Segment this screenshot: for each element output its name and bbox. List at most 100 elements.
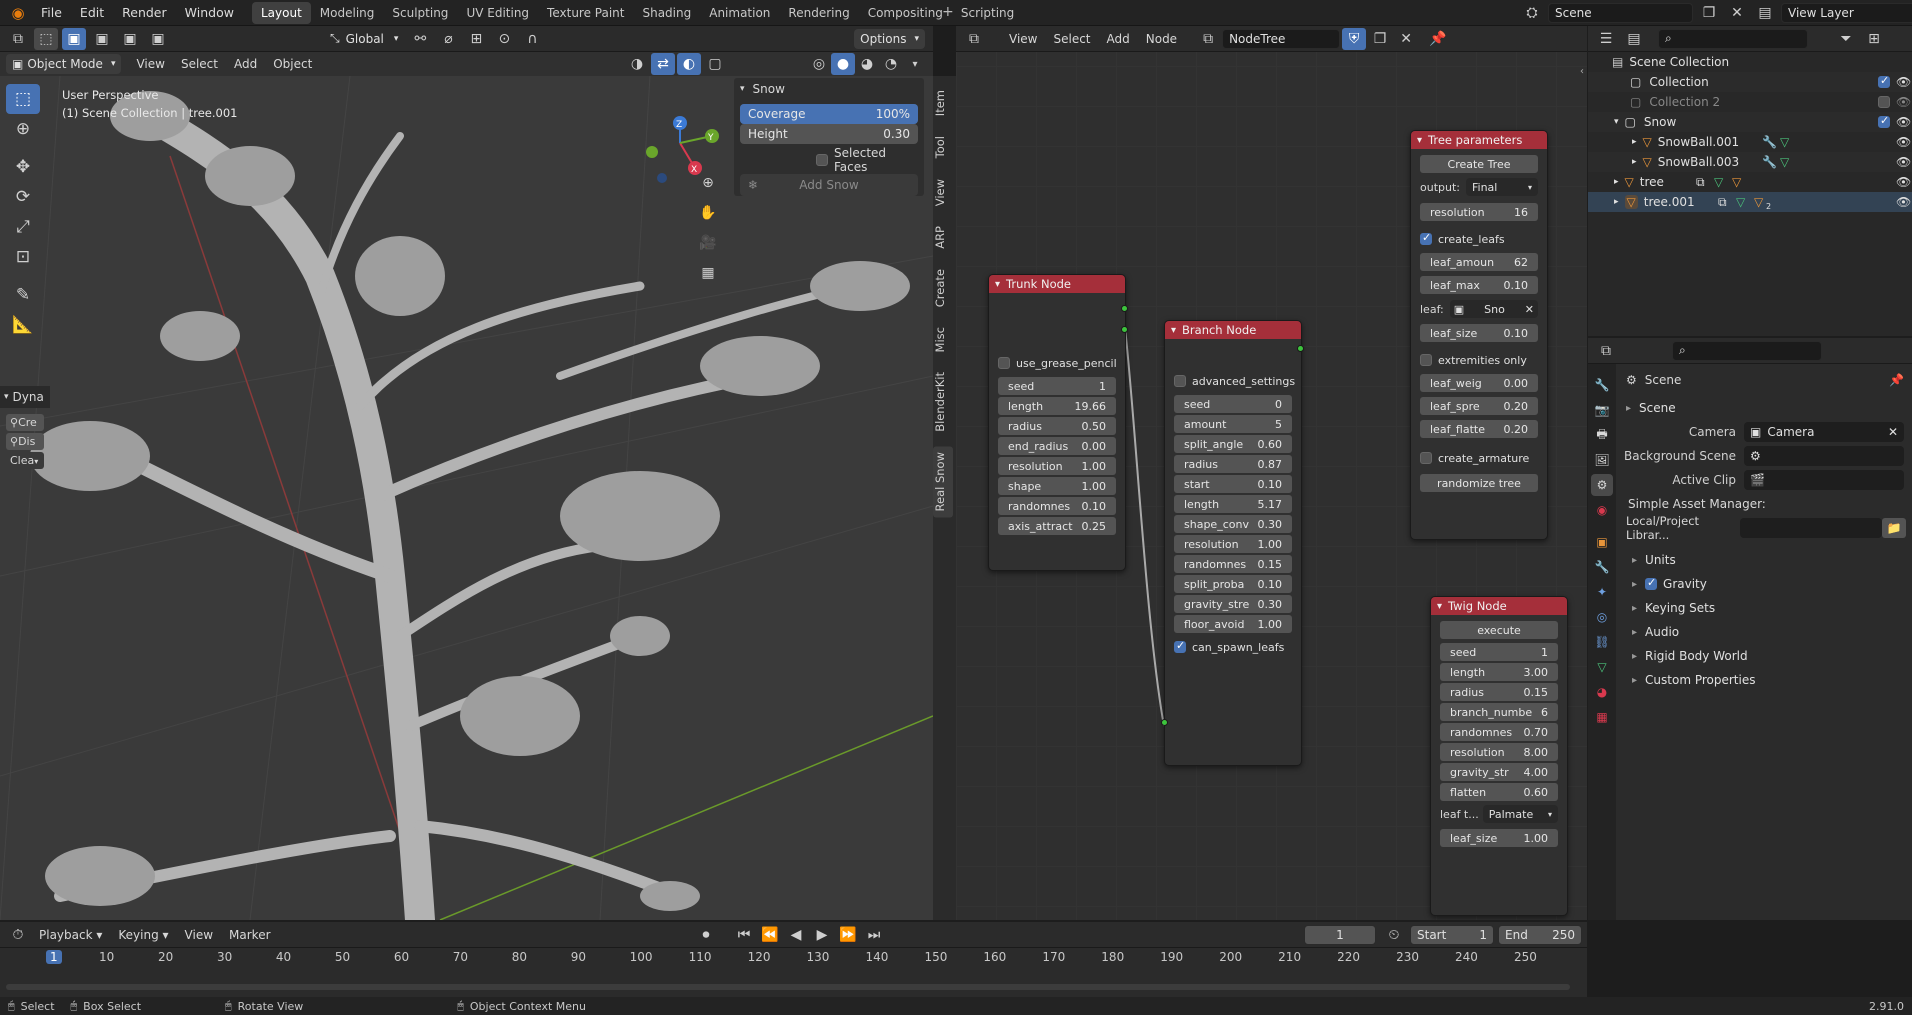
eye-icon[interactable]: 👁: [1896, 155, 1911, 169]
workspace-tab-modeling[interactable]: Modeling: [311, 2, 384, 24]
add-snow-button[interactable]: ❄ Add Snow: [740, 174, 918, 196]
keying-sets-section[interactable]: Keying Sets: [1622, 596, 1912, 620]
props2-leaf-size-field[interactable]: leaf_size 0.10: [1420, 324, 1538, 342]
props3-leaf-flatte-field[interactable]: leaf_flatte 0.20: [1420, 420, 1538, 438]
falloff-icon[interactable]: ∩: [520, 28, 544, 50]
leaf-object-field[interactable]: ▣ Sno ✕: [1449, 300, 1538, 318]
eye-icon[interactable]: 👁: [1896, 75, 1911, 89]
create-leafs-checkbox[interactable]: create_leafs: [1420, 231, 1538, 247]
render-tab-icon[interactable]: 📷: [1591, 399, 1613, 421]
delete-scene-icon[interactable]: ✕: [1725, 2, 1749, 24]
props-resolution-field[interactable]: resolution 1.00: [998, 457, 1116, 475]
outliner-collection-2[interactable]: ▢ Collection 2 👁: [1588, 92, 1912, 112]
branch-node[interactable]: Branch Node advanced_settings seed 0 amoun…: [1161, 320, 1304, 766]
extremities-only-checkbox[interactable]: extremities only: [1420, 352, 1538, 368]
dyna-collapse-icon[interactable]: ▾: [4, 392, 9, 402]
props-axis-attract-field[interactable]: axis_attract 0.25: [998, 517, 1116, 535]
workspace-tab-animation[interactable]: Animation: [700, 2, 779, 24]
move-tool-icon[interactable]: ✥: [6, 152, 40, 182]
eye-icon[interactable]: 👁: [1896, 115, 1911, 129]
randomize-tree-button[interactable]: randomize tree: [1420, 474, 1538, 492]
props-seed-field[interactable]: seed 0: [1174, 395, 1292, 413]
advanced-settings-check[interactable]: [1174, 375, 1186, 387]
props-seed-field[interactable]: seed 1: [1440, 643, 1558, 661]
props-shape-field[interactable]: shape 1.00: [998, 477, 1116, 495]
selected-faces-check[interactable]: [816, 154, 828, 166]
tab-tool[interactable]: Tool: [933, 130, 953, 164]
snap-target-icon[interactable]: ⊞: [464, 28, 488, 50]
outliner-snowball-003[interactable]: ▸ ▽ SnowBall.003 🔧 ▽ 👁: [1588, 152, 1912, 172]
object-menu[interactable]: Object: [266, 53, 319, 75]
view-layer-field[interactable]: View Layer: [1781, 3, 1912, 23]
wireframe-shading-icon[interactable]: ◎: [807, 53, 831, 75]
zoom-icon[interactable]: ⊕: [696, 168, 720, 198]
outliner-scene-collection[interactable]: ▤ Scene Collection: [1588, 52, 1912, 72]
props-randomnes-field[interactable]: randomnes 0.70: [1440, 723, 1558, 741]
particles-tab-icon[interactable]: ✦: [1591, 581, 1613, 603]
tab-misc[interactable]: Misc: [933, 321, 953, 358]
tab-view[interactable]: View: [933, 173, 953, 212]
select-tool-icon[interactable]: ⬚: [6, 84, 40, 114]
scene-field[interactable]: Scene: [1548, 3, 1693, 23]
props-split-proba-field[interactable]: split_proba 0.10: [1174, 575, 1292, 593]
coverage-slider[interactable]: Coverage 100%: [740, 104, 918, 124]
outliner-search[interactable]: ⌕: [1658, 28, 1808, 49]
orientation-dropdown[interactable]: ⤡ Global ▾: [324, 29, 404, 49]
world-tab-icon[interactable]: ◉: [1591, 499, 1613, 521]
gravity-check[interactable]: [1645, 576, 1658, 590]
advanced-settings-checkbox[interactable]: advanced_settings: [1174, 373, 1295, 389]
menu-render[interactable]: Render: [113, 0, 176, 26]
expand-chevron-icon[interactable]: ▸: [1614, 177, 1619, 187]
active-clip-field[interactable]: 🎬: [1744, 470, 1904, 490]
solid-shading-icon[interactable]: ●: [831, 53, 855, 75]
resolution-field[interactable]: resolution 16: [1420, 203, 1538, 221]
can-spawn-leafs-checkbox[interactable]: can_spawn_leafs: [1174, 639, 1292, 655]
props-start-field[interactable]: start 0.10: [1174, 475, 1292, 493]
branch-output-socket[interactable]: [1297, 345, 1304, 352]
create-leafs-check[interactable]: [1420, 231, 1432, 245]
workspace-tab-uv-editing[interactable]: UV Editing: [457, 2, 538, 24]
material-tab-icon[interactable]: ◕: [1591, 681, 1613, 703]
eye-icon[interactable]: 👁: [1896, 95, 1911, 109]
clear-leaf-icon[interactable]: ✕: [1525, 303, 1534, 316]
physics-tab-icon[interactable]: ◎: [1591, 606, 1613, 628]
neg-y-axis-handle[interactable]: [646, 146, 658, 158]
snow-collapse-icon[interactable]: ▾: [740, 84, 745, 94]
props-length-field[interactable]: length 3.00: [1440, 663, 1558, 681]
new-scene-icon[interactable]: ❐: [1697, 2, 1721, 24]
twig-node[interactable]: Twig Node execute seed 1 length 3.00 radius 0…: [1430, 596, 1568, 916]
height-field[interactable]: Height 0.30: [740, 124, 918, 144]
menu-edit[interactable]: Edit: [71, 0, 113, 26]
visibility-icon[interactable]: ◑: [625, 53, 649, 75]
neg-z-axis-handle[interactable]: [657, 173, 667, 183]
props-length-field[interactable]: length 5.17: [1174, 495, 1292, 513]
props-radius-field[interactable]: radius 0.87: [1174, 455, 1292, 473]
modifier-tab-icon[interactable]: 🔧: [1591, 556, 1613, 578]
timeline[interactable]: ⏱ Playback ▾ Keying ▾ View Marker ⏺ ⏮ ⏪ …: [0, 922, 1587, 997]
props-radius-field[interactable]: radius 0.50: [998, 417, 1116, 435]
constraints-tab-icon[interactable]: ⛓: [1591, 631, 1613, 653]
object-tab-icon[interactable]: ▣: [1591, 531, 1613, 553]
blender-logo-icon[interactable]: ◉: [4, 4, 32, 22]
measure-tool-icon[interactable]: 📐: [6, 310, 40, 340]
branch-node-title[interactable]: Branch Node: [1165, 321, 1301, 339]
output-tab-icon[interactable]: 🖶: [1591, 424, 1613, 446]
rigid-body-world-section[interactable]: Rigid Body World: [1622, 644, 1912, 668]
timeline-scrollbar[interactable]: [6, 984, 1570, 990]
mode-dropdown[interactable]: ▣ Object Mode ▾: [6, 54, 122, 74]
expand-chevron-icon[interactable]: ▾: [1614, 117, 1619, 127]
props-resolution-field[interactable]: resolution 1.00: [1174, 535, 1292, 553]
selected-faces-checkbox[interactable]: Selected Faces: [816, 146, 918, 174]
scale-tool-icon[interactable]: ⤢: [6, 212, 40, 242]
props-seed-field[interactable]: seed 1: [998, 377, 1116, 395]
outliner-editor-type-icon[interactable]: ☰: [1594, 28, 1618, 50]
props-gravity-stre-field[interactable]: gravity_stre 0.30: [1174, 595, 1292, 613]
select-menu[interactable]: Select: [174, 53, 225, 75]
use-grease-pencil-checkbox[interactable]: use_grease_pencil: [998, 355, 1117, 371]
create-armature-check[interactable]: [1420, 452, 1432, 464]
xray-icon[interactable]: ▢: [703, 53, 727, 75]
props-radius-field[interactable]: radius 0.15: [1440, 683, 1558, 701]
pivot-icon[interactable]: ⚯: [408, 28, 432, 50]
transform-tool-icon[interactable]: ⊡: [6, 242, 40, 272]
editor-type-icon[interactable]: ⧉: [6, 28, 30, 50]
